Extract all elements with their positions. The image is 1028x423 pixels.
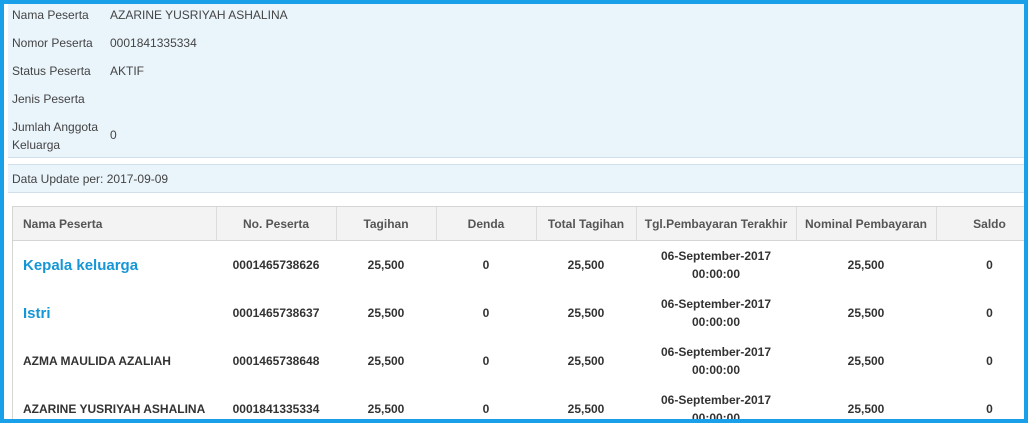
- row-total: 25,500: [567, 354, 605, 368]
- row-denda: 0: [482, 354, 490, 368]
- row-denda: 0: [482, 306, 490, 320]
- row-tgl: 06-September-2017 00:00:00: [636, 337, 796, 385]
- row-saldo: 0: [986, 258, 993, 272]
- row-tgl: 06-September-2017 00:00:00: [636, 385, 796, 423]
- row-tgl-date: 06-September-2017: [660, 249, 772, 263]
- row-nama: Kepala keluarga: [23, 256, 139, 274]
- col-header-denda[interactable]: Denda: [436, 207, 537, 241]
- col-header-saldo[interactable]: Saldo: [936, 207, 1024, 241]
- row-tgl: 06-September-2017 00:00:00: [636, 289, 796, 337]
- row-tagihan: 25,500: [367, 306, 405, 320]
- row-denda: 0: [482, 258, 490, 272]
- row-no-peserta: 0001465738648: [232, 354, 320, 368]
- data-update-text: Data Update per: 2017-09-09: [8, 164, 1024, 193]
- row-tgl-time: 00:00:00: [691, 363, 741, 377]
- table-row: Kepala keluarga 0001465738626 25,500 0 2…: [13, 241, 1024, 290]
- row-denda: 0: [482, 402, 490, 416]
- row-nama: AZMA MAULIDA AZALIAH: [23, 354, 171, 368]
- row-tgl-time: 00:00:00: [691, 315, 741, 329]
- col-header-nominal[interactable]: Nominal Pembayaran: [796, 207, 937, 241]
- row-no-peserta: 0001841335334: [232, 402, 320, 416]
- status-peserta-label: Status Peserta: [12, 64, 91, 78]
- row-tagihan: 25,500: [367, 258, 405, 272]
- col-header-nama[interactable]: Nama Peserta: [13, 207, 217, 241]
- billing-table-container: Nama Peserta No. Peserta Tagihan Denda T…: [12, 206, 1024, 423]
- jumlah-anggota-label: Jumlah Anggota: [12, 120, 99, 134]
- col-header-tagihan[interactable]: Tagihan: [336, 207, 437, 241]
- nama-peserta-label: Nama Peserta: [12, 8, 89, 22]
- table-row: AZARINE YUSRIYAH ASHALINA 0001841335334 …: [13, 385, 1024, 423]
- row-nominal: 25,500: [847, 306, 885, 320]
- nama-peserta-value: AZARINE YUSRIYAH ASHALINA: [110, 8, 288, 22]
- row-saldo: 0: [986, 354, 993, 368]
- row-tagihan: 25,500: [367, 354, 405, 368]
- col-header-no[interactable]: No. Peserta: [216, 207, 337, 241]
- row-tgl-time: 00:00:00: [691, 411, 741, 423]
- row-no-peserta: 0001465738637: [232, 306, 320, 320]
- jumlah-anggota-value: 0: [110, 128, 117, 142]
- row-total: 25,500: [567, 258, 605, 272]
- nomor-peserta-label: Nomor Peserta: [12, 36, 93, 50]
- row-saldo: 0: [986, 306, 993, 320]
- screenshot-frame: Nama Peserta AZARINE YUSRIYAH ASHALINA N…: [0, 0, 1028, 423]
- row-total: 25,500: [567, 306, 605, 320]
- row-nama: AZARINE YUSRIYAH ASHALINA: [23, 402, 206, 416]
- row-tgl-date: 06-September-2017: [660, 297, 772, 311]
- row-nominal: 25,500: [847, 258, 885, 272]
- col-header-total[interactable]: Total Tagihan: [536, 207, 637, 241]
- row-tgl: 06-September-2017 00:00:00: [636, 241, 796, 290]
- participant-info-panel: Nama Peserta AZARINE YUSRIYAH ASHALINA N…: [8, 4, 1024, 158]
- row-no-peserta: 0001465738626: [232, 258, 320, 272]
- row-total: 25,500: [567, 402, 605, 416]
- table-row: AZMA MAULIDA AZALIAH 0001465738648 25,50…: [13, 337, 1024, 385]
- row-tgl-date: 06-September-2017: [660, 393, 772, 407]
- row-nama: Istri: [23, 304, 51, 322]
- row-tagihan: 25,500: [367, 402, 405, 416]
- table-header-row: Nama Peserta No. Peserta Tagihan Denda T…: [13, 207, 1024, 241]
- status-peserta-value: AKTIF: [110, 64, 145, 78]
- row-saldo: 0: [986, 402, 993, 416]
- col-header-tgl[interactable]: Tgl.Pembayaran Terakhir: [636, 207, 797, 241]
- table-row: Istri 0001465738637 25,500 0 25,500 06-S…: [13, 289, 1024, 337]
- row-nominal: 25,500: [847, 402, 885, 416]
- jenis-peserta-label: Jenis Peserta: [12, 92, 85, 106]
- nomor-peserta-value: 0001841335334: [110, 36, 197, 50]
- row-tgl-time: 00:00:00: [691, 267, 741, 281]
- row-nominal: 25,500: [847, 354, 885, 368]
- row-tgl-date: 06-September-2017: [660, 345, 772, 359]
- billing-table: Nama Peserta No. Peserta Tagihan Denda T…: [13, 207, 1024, 423]
- keluarga-label: Keluarga: [12, 138, 61, 152]
